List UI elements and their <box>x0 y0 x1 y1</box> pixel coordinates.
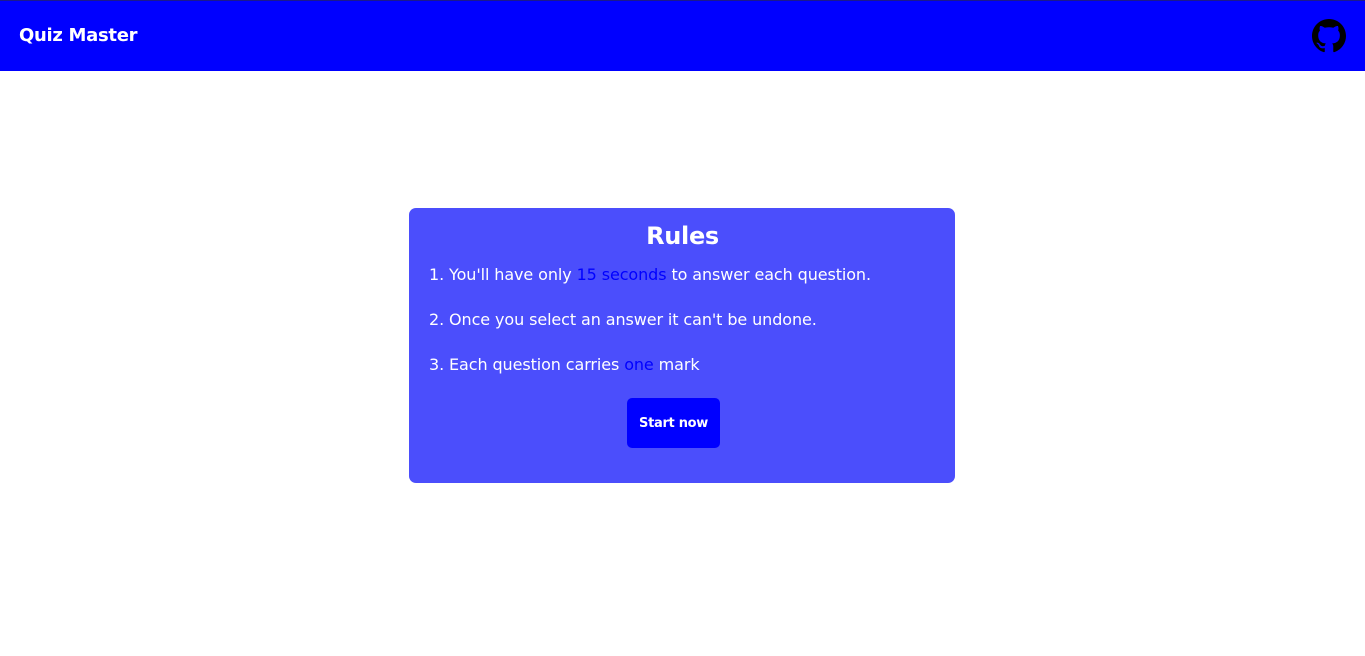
navbar: Quiz Master <box>0 0 1365 71</box>
rule-item: 3. Each question carries one mark <box>429 354 700 376</box>
github-icon <box>1312 19 1346 53</box>
brand-title[interactable]: Quiz Master <box>19 24 138 48</box>
rule-text: 3. Each question carries <box>429 355 625 374</box>
rule-item: 1. You'll have only 15 seconds to answer… <box>429 264 871 286</box>
rule-text: 2. Once you select an answer it can't be… <box>429 310 817 329</box>
rule-text: mark <box>653 355 700 374</box>
rule-highlight: one <box>624 355 654 374</box>
rule-item: 2. Once you select an answer it can't be… <box>429 309 817 331</box>
rule-text: 1. You'll have only <box>429 265 577 284</box>
rule-text: to answer each question. <box>666 265 871 284</box>
github-link[interactable] <box>1312 19 1346 53</box>
rules-title: Rules <box>646 222 719 250</box>
start-now-button[interactable]: Start now <box>627 398 720 448</box>
rule-highlight: 15 seconds <box>576 265 667 284</box>
